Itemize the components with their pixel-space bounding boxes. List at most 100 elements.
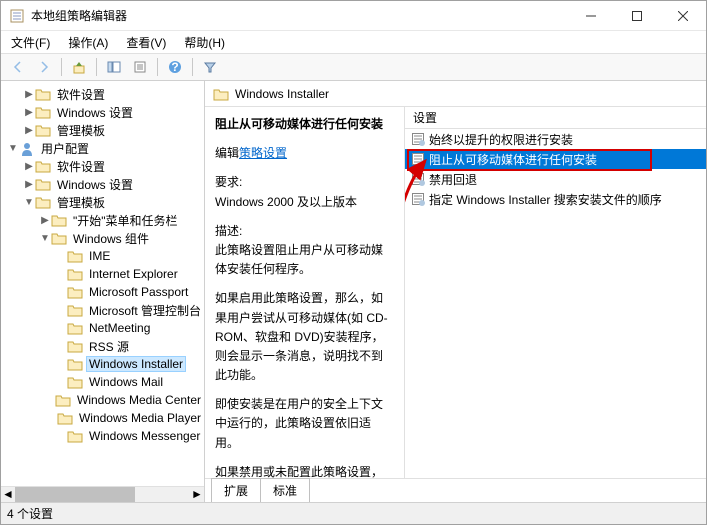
- expand-icon[interactable]: ▶: [23, 179, 35, 190]
- toolbar-divider: [96, 58, 97, 76]
- tree-item[interactable]: ▼ 用户配置: [1, 139, 204, 157]
- tree-item-label: 管理模板: [54, 193, 108, 212]
- folder-icon: [67, 429, 83, 443]
- tree-item[interactable]: ▶ "开始"菜单和任务栏: [1, 211, 204, 229]
- tree-item-label: Windows Installer: [86, 356, 186, 372]
- expand-icon[interactable]: ▶: [39, 215, 51, 226]
- tree-item[interactable]: Internet Explorer: [1, 265, 204, 283]
- tree-item[interactable]: Windows Media Player: [1, 409, 204, 427]
- tree-item[interactable]: Windows Media Center: [1, 391, 204, 409]
- tree-item[interactable]: ▶ Windows 设置: [1, 175, 204, 193]
- tree-item[interactable]: Microsoft 管理控制台: [1, 301, 204, 319]
- settings-item[interactable]: 阻止从可移动媒体进行任何安装: [405, 149, 706, 169]
- settings-item[interactable]: 禁用回退: [405, 169, 706, 189]
- minimize-button[interactable]: [568, 1, 614, 31]
- description-p3: 即使安装是在用户的安全上下文中运行的，此策略设置依旧适用。: [215, 395, 394, 453]
- tree-item[interactable]: ▼ Windows 组件: [1, 229, 204, 247]
- tree-item-label: Internet Explorer: [86, 266, 181, 282]
- requirements: 要求: Windows 2000 及以上版本: [215, 173, 394, 211]
- menu-file[interactable]: 文件(F): [7, 32, 54, 53]
- menu-view[interactable]: 查看(V): [122, 32, 170, 53]
- tree-item[interactable]: NetMeeting: [1, 319, 204, 337]
- back-button[interactable]: [7, 56, 29, 78]
- menu-action[interactable]: 操作(A): [64, 32, 112, 53]
- forward-button[interactable]: [33, 56, 55, 78]
- toolbar-divider: [157, 58, 158, 76]
- policy-icon: [411, 132, 425, 146]
- titlebar: 本地组策略编辑器: [1, 1, 706, 31]
- expand-icon[interactable]: ▶: [23, 161, 35, 172]
- tree-scrollbar[interactable]: ◄ ►: [1, 486, 204, 502]
- edit-link-row: 编辑策略设置: [215, 144, 394, 163]
- tree-item[interactable]: ▶ Windows 设置: [1, 103, 204, 121]
- tree-item[interactable]: ▶软件设置: [1, 85, 204, 103]
- help-button[interactable]: ?: [164, 56, 186, 78]
- settings-list-body[interactable]: 始终以提升的权限进行安装阻止从可移动媒体进行任何安装禁用回退指定 Windows…: [405, 129, 706, 478]
- toolbar-divider: [192, 58, 193, 76]
- folder-icon: [67, 339, 83, 353]
- close-button[interactable]: [660, 1, 706, 31]
- tree-item-label: "开始"菜单和任务栏: [70, 211, 181, 230]
- tree-item-label: Windows Media Player: [76, 410, 204, 426]
- settings-item[interactable]: 始终以提升的权限进行安装: [405, 129, 706, 149]
- settings-item-label: 禁用回退: [429, 171, 477, 188]
- expand-icon[interactable]: ▶: [23, 107, 35, 118]
- folder-icon: [67, 267, 83, 281]
- tree-item-label: Windows 设置: [54, 175, 136, 194]
- properties-button[interactable]: [129, 56, 151, 78]
- menu-help[interactable]: 帮助(H): [180, 32, 229, 53]
- expand-icon[interactable]: ▶: [23, 125, 35, 136]
- tree-item[interactable]: ▶管理模板: [1, 121, 204, 139]
- maximize-button[interactable]: [614, 1, 660, 31]
- statusbar: 4 个设置: [1, 502, 706, 524]
- tree-item[interactable]: Microsoft Passport: [1, 283, 204, 301]
- tab-extended[interactable]: 扩展: [211, 478, 261, 502]
- folder-icon: [35, 195, 51, 209]
- expand-icon[interactable]: ▶: [23, 89, 35, 100]
- folder-icon: [67, 303, 83, 317]
- folder-icon: [51, 231, 67, 245]
- collapse-icon[interactable]: ▼: [7, 143, 19, 154]
- app-icon: [9, 8, 25, 24]
- content-title: Windows Installer: [235, 87, 329, 101]
- tree-item-label: 用户配置: [38, 139, 92, 158]
- settings-column-header[interactable]: 设置: [405, 107, 706, 129]
- collapse-icon[interactable]: ▼: [39, 233, 51, 244]
- folder-icon: [67, 285, 83, 299]
- tree-item[interactable]: Windows Messenger: [1, 427, 204, 445]
- folder-icon: [35, 105, 51, 119]
- up-button[interactable]: [68, 56, 90, 78]
- tree-item[interactable]: Windows Mail: [1, 373, 204, 391]
- toolbar: ?: [1, 53, 706, 81]
- folder-icon: [213, 87, 229, 101]
- policy-icon: [411, 152, 425, 166]
- folder-icon: [67, 357, 83, 371]
- settings-item-label: 指定 Windows Installer 搜索安装文件的顺序: [429, 191, 662, 208]
- folder-icon: [35, 123, 51, 137]
- tree-item-label: Windows 组件: [70, 229, 152, 248]
- description-pane: 阻止从可移动媒体进行任何安装 编辑策略设置 要求: Windows 2000 及…: [205, 107, 405, 478]
- tree-item[interactable]: RSS 源: [1, 337, 204, 355]
- status-text: 4 个设置: [7, 505, 53, 522]
- tree-pane[interactable]: ▶软件设置▶Windows 设置▶管理模板▼用户配置▶软件设置▶Windows …: [1, 81, 205, 502]
- tree-item-label: Windows Media Center: [74, 392, 204, 408]
- description-p4: 如果禁用或未配置此策略设置，那: [215, 463, 394, 478]
- folder-icon: [67, 321, 83, 335]
- settings-item[interactable]: 指定 Windows Installer 搜索安装文件的顺序: [405, 189, 706, 209]
- collapse-icon[interactable]: ▼: [23, 197, 35, 208]
- description-label: 描述: 此策略设置阻止用户从可移动媒体安装任何程序。: [215, 222, 394, 280]
- tree-item[interactable]: ▼ 管理模板: [1, 193, 204, 211]
- content-header: Windows Installer: [205, 81, 706, 107]
- show-hide-tree-button[interactable]: [103, 56, 125, 78]
- tree-item[interactable]: IME: [1, 247, 204, 265]
- tab-standard[interactable]: 标准: [260, 478, 310, 502]
- tree-item-label: Windows Mail: [86, 374, 166, 390]
- tree-item-label: Windows 设置: [54, 103, 136, 122]
- filter-button[interactable]: [199, 56, 221, 78]
- folder-icon: [67, 249, 83, 263]
- edit-policy-link[interactable]: 策略设置: [239, 146, 287, 160]
- tree-item[interactable]: ▶软件设置: [1, 157, 204, 175]
- tree-item[interactable]: Windows Installer: [1, 355, 204, 373]
- folder-icon: [67, 375, 83, 389]
- policy-icon: [411, 192, 425, 206]
